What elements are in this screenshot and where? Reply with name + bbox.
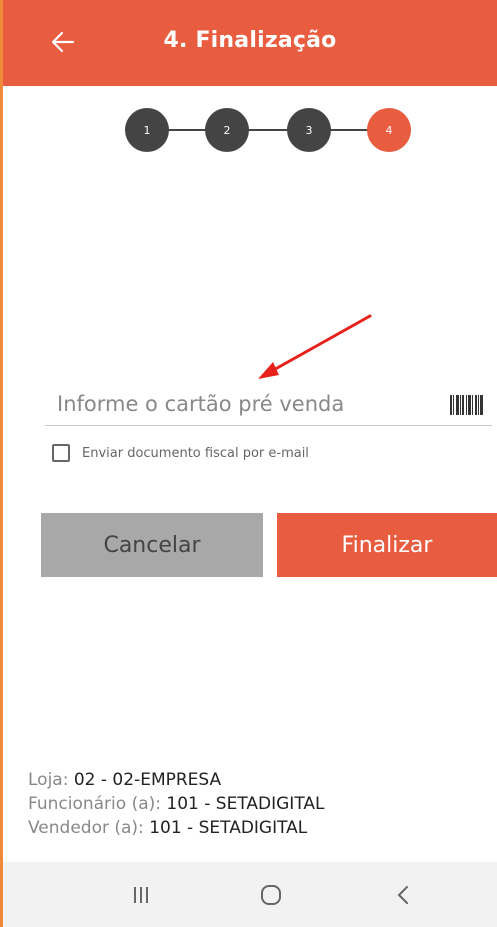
step-2: 2 [205,108,249,152]
cancel-button[interactable]: Cancelar [41,513,263,577]
session-info: Loja: 02 - 02-EMPRESA Funcionário (a): 1… [28,768,324,840]
step-4-active: 4 [367,108,411,152]
seller-label: Vendedor (a): [28,818,144,838]
store-info: Loja: 02 - 02-EMPRESA [28,768,324,792]
employee-value: 101 - SETADIGITAL [166,794,325,814]
step-1: 1 [125,108,169,152]
stepper: 1 2 3 4 [0,100,497,160]
store-value: 02 - 02-EMPRESA [73,770,222,790]
nav-recents-button[interactable] [121,878,161,912]
chevron-left-icon [397,886,408,904]
store-label: Loja: [28,770,69,790]
employee-label: Funcionário (a): [28,794,161,814]
home-icon [261,885,281,905]
nav-home-button[interactable] [251,878,291,912]
email-receipt-label: Enviar documento fiscal por e-mail [82,445,309,461]
barcode-scan-button[interactable] [448,394,486,416]
seller-value: 101 - SETADIGITAL [149,818,308,838]
stepper-line [147,129,391,131]
step-3: 3 [287,108,331,152]
finalize-button[interactable]: Finalizar [277,513,497,577]
email-receipt-checkbox[interactable] [52,444,70,462]
recents-icon [134,887,148,903]
email-receipt-row[interactable]: Enviar documento fiscal por e-mail [52,442,309,464]
barcode-icon [450,395,483,415]
app-bar: 4. Finalização [3,0,497,86]
card-input-field [45,383,492,426]
nav-back-button[interactable] [383,878,423,912]
system-nav-bar [3,862,497,927]
page-title: 4. Finalização [163,28,337,53]
employee-info: Funcionário (a): 101 - SETADIGITAL [28,792,324,816]
card-input[interactable] [57,385,417,423]
annotation-arrow-icon [258,314,372,379]
seller-info: Vendedor (a): 101 - SETADIGITAL [28,816,324,840]
